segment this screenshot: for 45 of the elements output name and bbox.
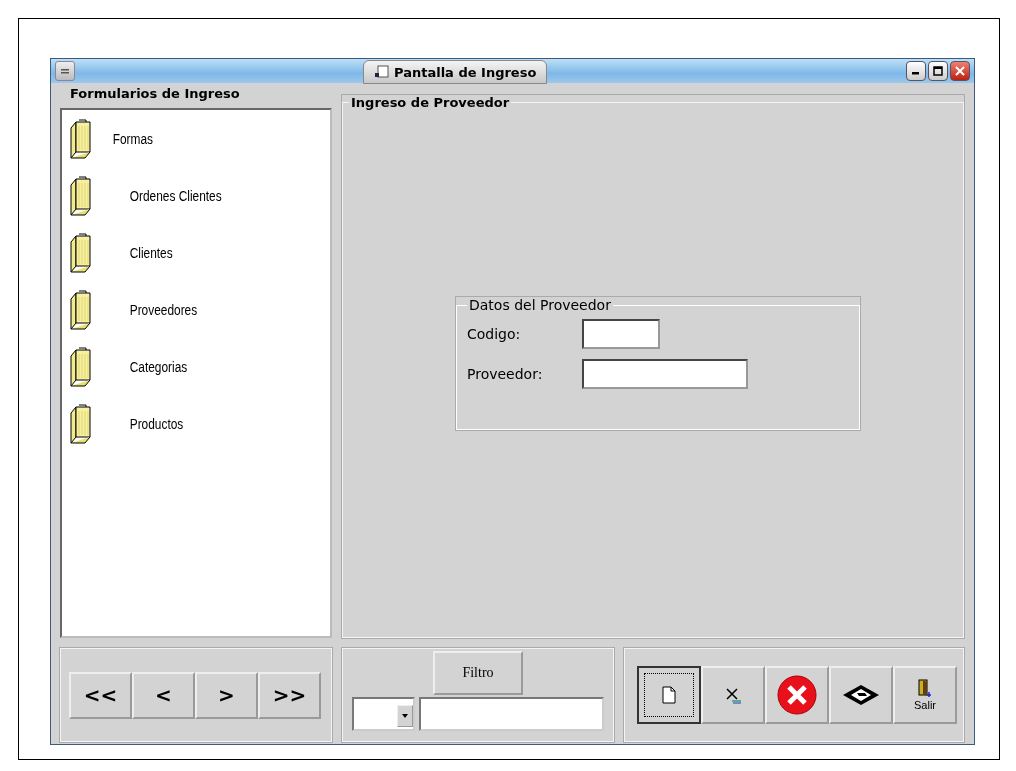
field-label: Codigo:: [467, 326, 522, 342]
close-button[interactable]: [950, 61, 970, 81]
tree-item[interactable]: Productos: [94, 415, 184, 432]
maximize-icon: [933, 66, 943, 76]
door-icon: [917, 679, 933, 699]
caret-icon: [401, 713, 409, 719]
menu-icon: [60, 66, 70, 76]
tree-item[interactable]: Proveedores: [94, 301, 198, 318]
new-button[interactable]: [637, 666, 701, 724]
exit-button[interactable]: Salir: [893, 666, 957, 724]
maximize-button[interactable]: [928, 61, 948, 81]
nav-button[interactable]: <: [132, 671, 195, 719]
cancel-icon: [777, 675, 817, 715]
nav-button[interactable]: >>: [258, 671, 321, 719]
folder-icon: [68, 402, 94, 445]
folder-icon: [68, 117, 94, 160]
minimize-button[interactable]: [906, 61, 926, 81]
window-title: Pantalla de Ingreso: [363, 60, 548, 84]
tree-item[interactable]: Clientes: [94, 244, 173, 261]
sidebar-title: Formularios de Ingreso: [69, 85, 241, 103]
nav-button[interactable]: <<: [69, 671, 132, 719]
nav-button[interactable]: >: [195, 671, 258, 719]
dropdown-field[interactable]: [352, 697, 415, 731]
x-mark-icon: [723, 686, 743, 704]
folder-icon: [68, 345, 94, 388]
dropdown-button[interactable]: [397, 705, 413, 727]
folder-icon: [68, 231, 94, 274]
group-title: Ingreso de Proveedor: [350, 95, 511, 110]
tree-item[interactable]: Ordenes Clientes: [94, 187, 222, 204]
app-icon: [374, 65, 390, 79]
group-title: Datos del Proveedor: [468, 297, 612, 313]
save-button[interactable]: [829, 666, 893, 724]
cancel-button[interactable]: [765, 666, 829, 724]
input-field[interactable]: [582, 359, 748, 389]
filter-button[interactable]: Filtro: [433, 651, 523, 695]
folder-icon: [68, 288, 94, 331]
filter-input-field[interactable]: [419, 697, 604, 731]
tree-item[interactable]: Formas: [94, 130, 154, 147]
close-icon: [955, 66, 965, 76]
document-icon: [662, 686, 676, 704]
field-label: Proveedor:: [467, 366, 544, 382]
folder-icon: [68, 174, 94, 217]
input-field[interactable]: [582, 319, 660, 349]
system-menu-button[interactable]: [55, 61, 75, 81]
tree-item[interactable]: Categorias: [94, 358, 188, 375]
